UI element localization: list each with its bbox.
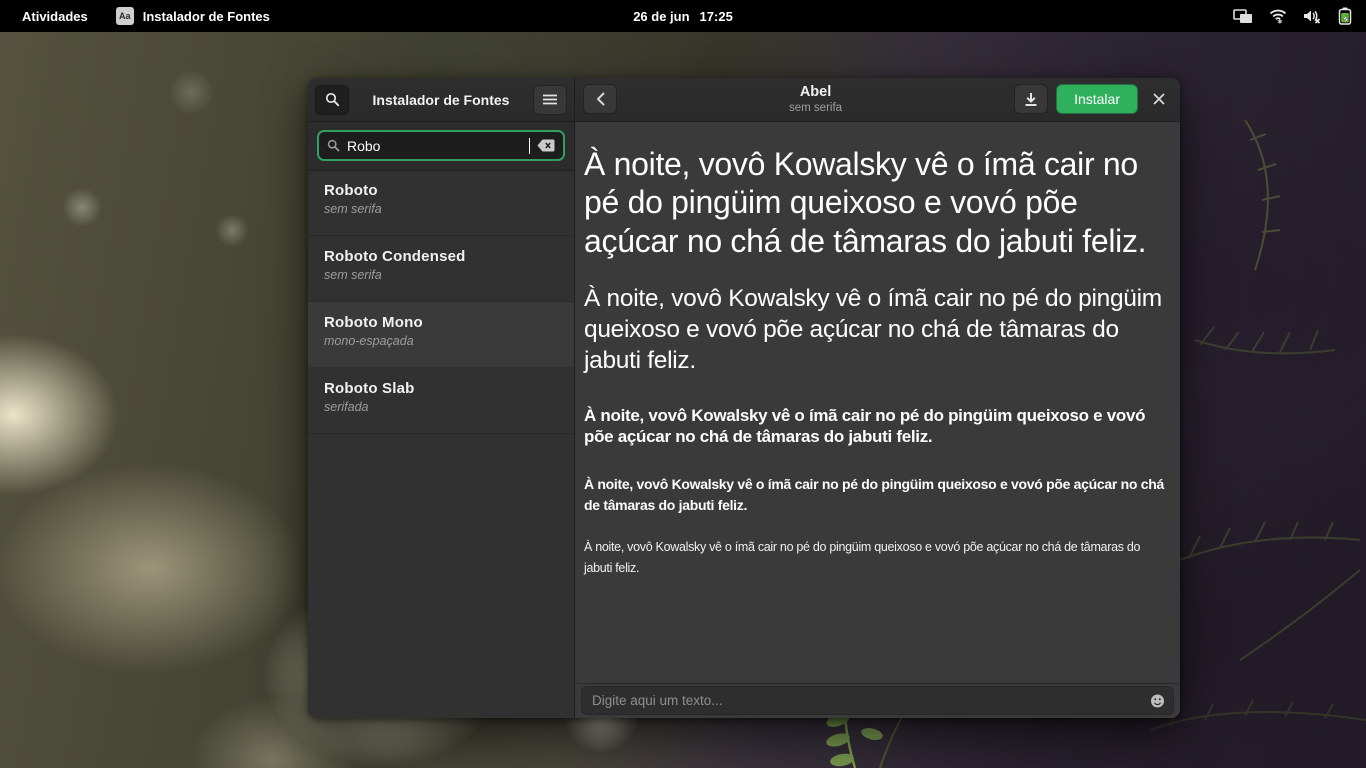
font-style: serifada [324, 400, 558, 414]
font-list-item-roboto-mono[interactable]: Roboto Mono mono-espaçada [308, 302, 574, 368]
font-list-pane: Instalador de Fontes [308, 78, 575, 718]
wifi-icon: ✶ [1269, 8, 1287, 24]
clear-search-icon[interactable] [537, 139, 555, 152]
font-installer-app-icon: Aa [116, 7, 134, 25]
search-toggle-button[interactable] [315, 85, 349, 115]
font-list-item-roboto-slab[interactable]: Roboto Slab serifada [308, 368, 574, 434]
font-subtitle: sem serifa [625, 102, 1006, 115]
close-window-button[interactable] [1146, 86, 1172, 112]
font-name: Roboto Condensed [324, 248, 558, 265]
right-headerbar: Abel sem serifa Instalar [575, 78, 1180, 122]
emoji-picker-button[interactable] [1150, 693, 1165, 708]
focused-app-menu[interactable]: Aa Instalador de Fontes [116, 7, 270, 25]
font-style: sem serifa [324, 202, 558, 216]
close-icon [1153, 93, 1165, 105]
left-headerbar: Instalador de Fontes [308, 78, 574, 122]
preview-font-title: Abel sem serifa [625, 84, 1006, 115]
font-name: Roboto [324, 182, 558, 199]
focused-app-name: Instalador de Fontes [143, 9, 270, 24]
font-preview-area: À noite, vovô Kowalsky vê o ímã cair no … [575, 122, 1180, 683]
hamburger-menu-icon [543, 94, 557, 105]
search-bar [308, 122, 574, 170]
search-entry[interactable] [317, 130, 565, 161]
emoji-smiley-icon [1150, 693, 1165, 708]
system-status-area[interactable]: ✶ [1233, 7, 1352, 25]
font-preview-pane: Abel sem serifa Instalar [575, 78, 1180, 718]
activities-button[interactable]: Atividades [22, 9, 88, 24]
custom-text-input[interactable] [592, 693, 1141, 708]
font-results-list: Roboto sem serifa Roboto Condensed sem s… [308, 170, 574, 718]
font-name: Roboto Mono [324, 314, 558, 331]
custom-text-bar [575, 683, 1180, 718]
gnome-top-bar: Atividades Aa Instalador de Fontes 26 de… [0, 0, 1366, 32]
back-button[interactable] [583, 84, 617, 114]
sample-text-xsmall: À noite, vovô Kowalsky vê o ímã cair no … [584, 537, 1170, 579]
svg-text:✶: ✶ [1277, 18, 1283, 24]
menu-button[interactable] [533, 85, 567, 115]
text-caret [529, 138, 530, 154]
download-button[interactable] [1014, 84, 1048, 114]
screen-share-icon [1233, 8, 1253, 24]
font-installer-window: Instalador de Fontes [308, 78, 1180, 718]
time-label: 17:25 [700, 9, 733, 24]
search-icon [325, 92, 340, 107]
font-style: sem serifa [324, 268, 558, 282]
sample-text-large: À noite, vovô Kowalsky vê o ímã cair no … [584, 284, 1170, 377]
font-title: Abel [625, 84, 1006, 101]
date-label: 26 de jun [633, 9, 689, 24]
window-title: Instalador de Fontes [355, 92, 527, 108]
font-list-item-roboto-condensed[interactable]: Roboto Condensed sem serifa [308, 236, 574, 302]
custom-text-entry[interactable] [581, 686, 1174, 715]
font-list-item-roboto[interactable]: Roboto sem serifa [308, 170, 574, 236]
sample-text-small: À noite, vovô Kowalsky vê o ímã cair no … [584, 474, 1170, 516]
battery-charging-icon [1338, 7, 1352, 25]
search-entry-icon [327, 139, 340, 152]
clock-button[interactable]: 26 de jun 17:25 [633, 9, 733, 24]
install-button[interactable]: Instalar [1056, 84, 1138, 114]
download-icon [1024, 92, 1038, 107]
sample-text-medium: À noite, vovô Kowalsky vê o ímã cair no … [584, 405, 1170, 448]
sample-text-xlarge: À noite, vovô Kowalsky vê o ímã cair no … [584, 145, 1170, 260]
back-chevron-icon [596, 92, 605, 106]
volume-muted-icon [1303, 8, 1322, 24]
font-style: mono-espaçada [324, 334, 558, 348]
font-name: Roboto Slab [324, 380, 558, 397]
